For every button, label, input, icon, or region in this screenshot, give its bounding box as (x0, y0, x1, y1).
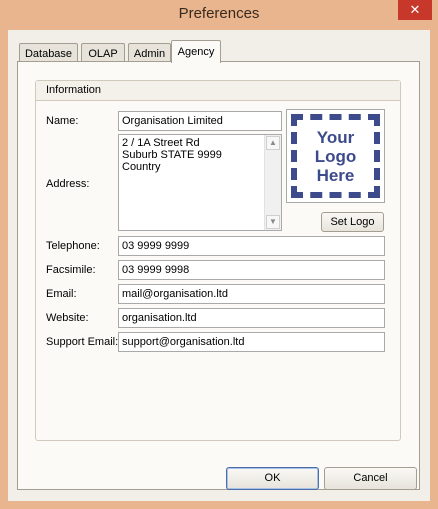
logo-line: Here (316, 165, 355, 185)
close-icon: ✕ (409, 2, 421, 17)
chevron-up-icon[interactable]: ▲ (266, 136, 280, 150)
logo-placeholder-image: Your Logo Here (291, 114, 380, 198)
tab-label: Database (24, 48, 73, 60)
support-email-field[interactable]: support@organisation.ltd (118, 332, 385, 352)
tab-admin[interactable]: Admin (128, 43, 171, 63)
tab-label: OLAP (88, 48, 118, 60)
logo-preview: Your Logo Here (286, 109, 385, 203)
tab-agency[interactable]: Agency (171, 40, 221, 63)
tab-label: Admin (133, 48, 166, 60)
information-group-header: Information (36, 81, 400, 101)
address-line: 2 / 1A Street Rd (122, 137, 200, 149)
address-line: Country (122, 161, 161, 173)
website-label: Website: (46, 312, 89, 324)
cancel-button[interactable]: Cancel (324, 467, 417, 490)
logo-line: Logo (314, 146, 357, 166)
facsimile-field[interactable]: 03 9999 9998 (118, 260, 385, 280)
address-label: Address: (46, 178, 90, 190)
ok-button[interactable]: OK (226, 467, 319, 490)
telephone-field[interactable]: 03 9999 9999 (118, 236, 385, 256)
cancel-button-label: Cancel (353, 472, 388, 484)
dialog-client-area: Database OLAP Admin Agency Information N… (8, 30, 430, 501)
set-logo-button-label: Set Logo (330, 216, 375, 228)
email-label: Email: (46, 288, 77, 300)
telephone-label: Telephone: (46, 240, 100, 252)
name-label: Name: (46, 115, 79, 127)
name-field[interactable]: Organisation Limited (118, 111, 282, 131)
tab-label: Agency (177, 46, 215, 58)
tab-database[interactable]: Database (19, 43, 78, 63)
close-button[interactable]: ✕ (398, 0, 432, 20)
chevron-down-icon[interactable]: ▼ (266, 215, 280, 229)
address-textarea[interactable]: 2 / 1A Street Rd Suburb STATE 9999 Count… (118, 134, 282, 231)
website-field[interactable]: organisation.ltd (118, 308, 385, 328)
logo-line: Your (316, 127, 355, 147)
set-logo-button[interactable]: Set Logo (321, 212, 384, 232)
email-field[interactable]: mail@organisation.ltd (118, 284, 385, 304)
agency-tab-panel: Information Name: Organisation Limited A… (17, 61, 420, 490)
support-email-label: Support Email: (46, 336, 119, 348)
window-title: Preferences (178, 5, 260, 22)
address-scrollbar[interactable]: ▲ ▼ (264, 135, 281, 230)
facsimile-label: Facsimile: (46, 264, 96, 276)
title-bar: Preferences ✕ (0, 0, 438, 30)
ok-button-label: OK (264, 472, 281, 484)
information-group: Information Name: Organisation Limited A… (35, 80, 401, 441)
group-title: Information (46, 84, 102, 96)
tab-olap[interactable]: OLAP (81, 43, 125, 63)
address-line: Suburb STATE 9999 (122, 149, 222, 161)
logo-placeholder-text: Your Logo Here (315, 128, 357, 185)
address-text: 2 / 1A Street Rd Suburb STATE 9999 Count… (122, 137, 222, 173)
